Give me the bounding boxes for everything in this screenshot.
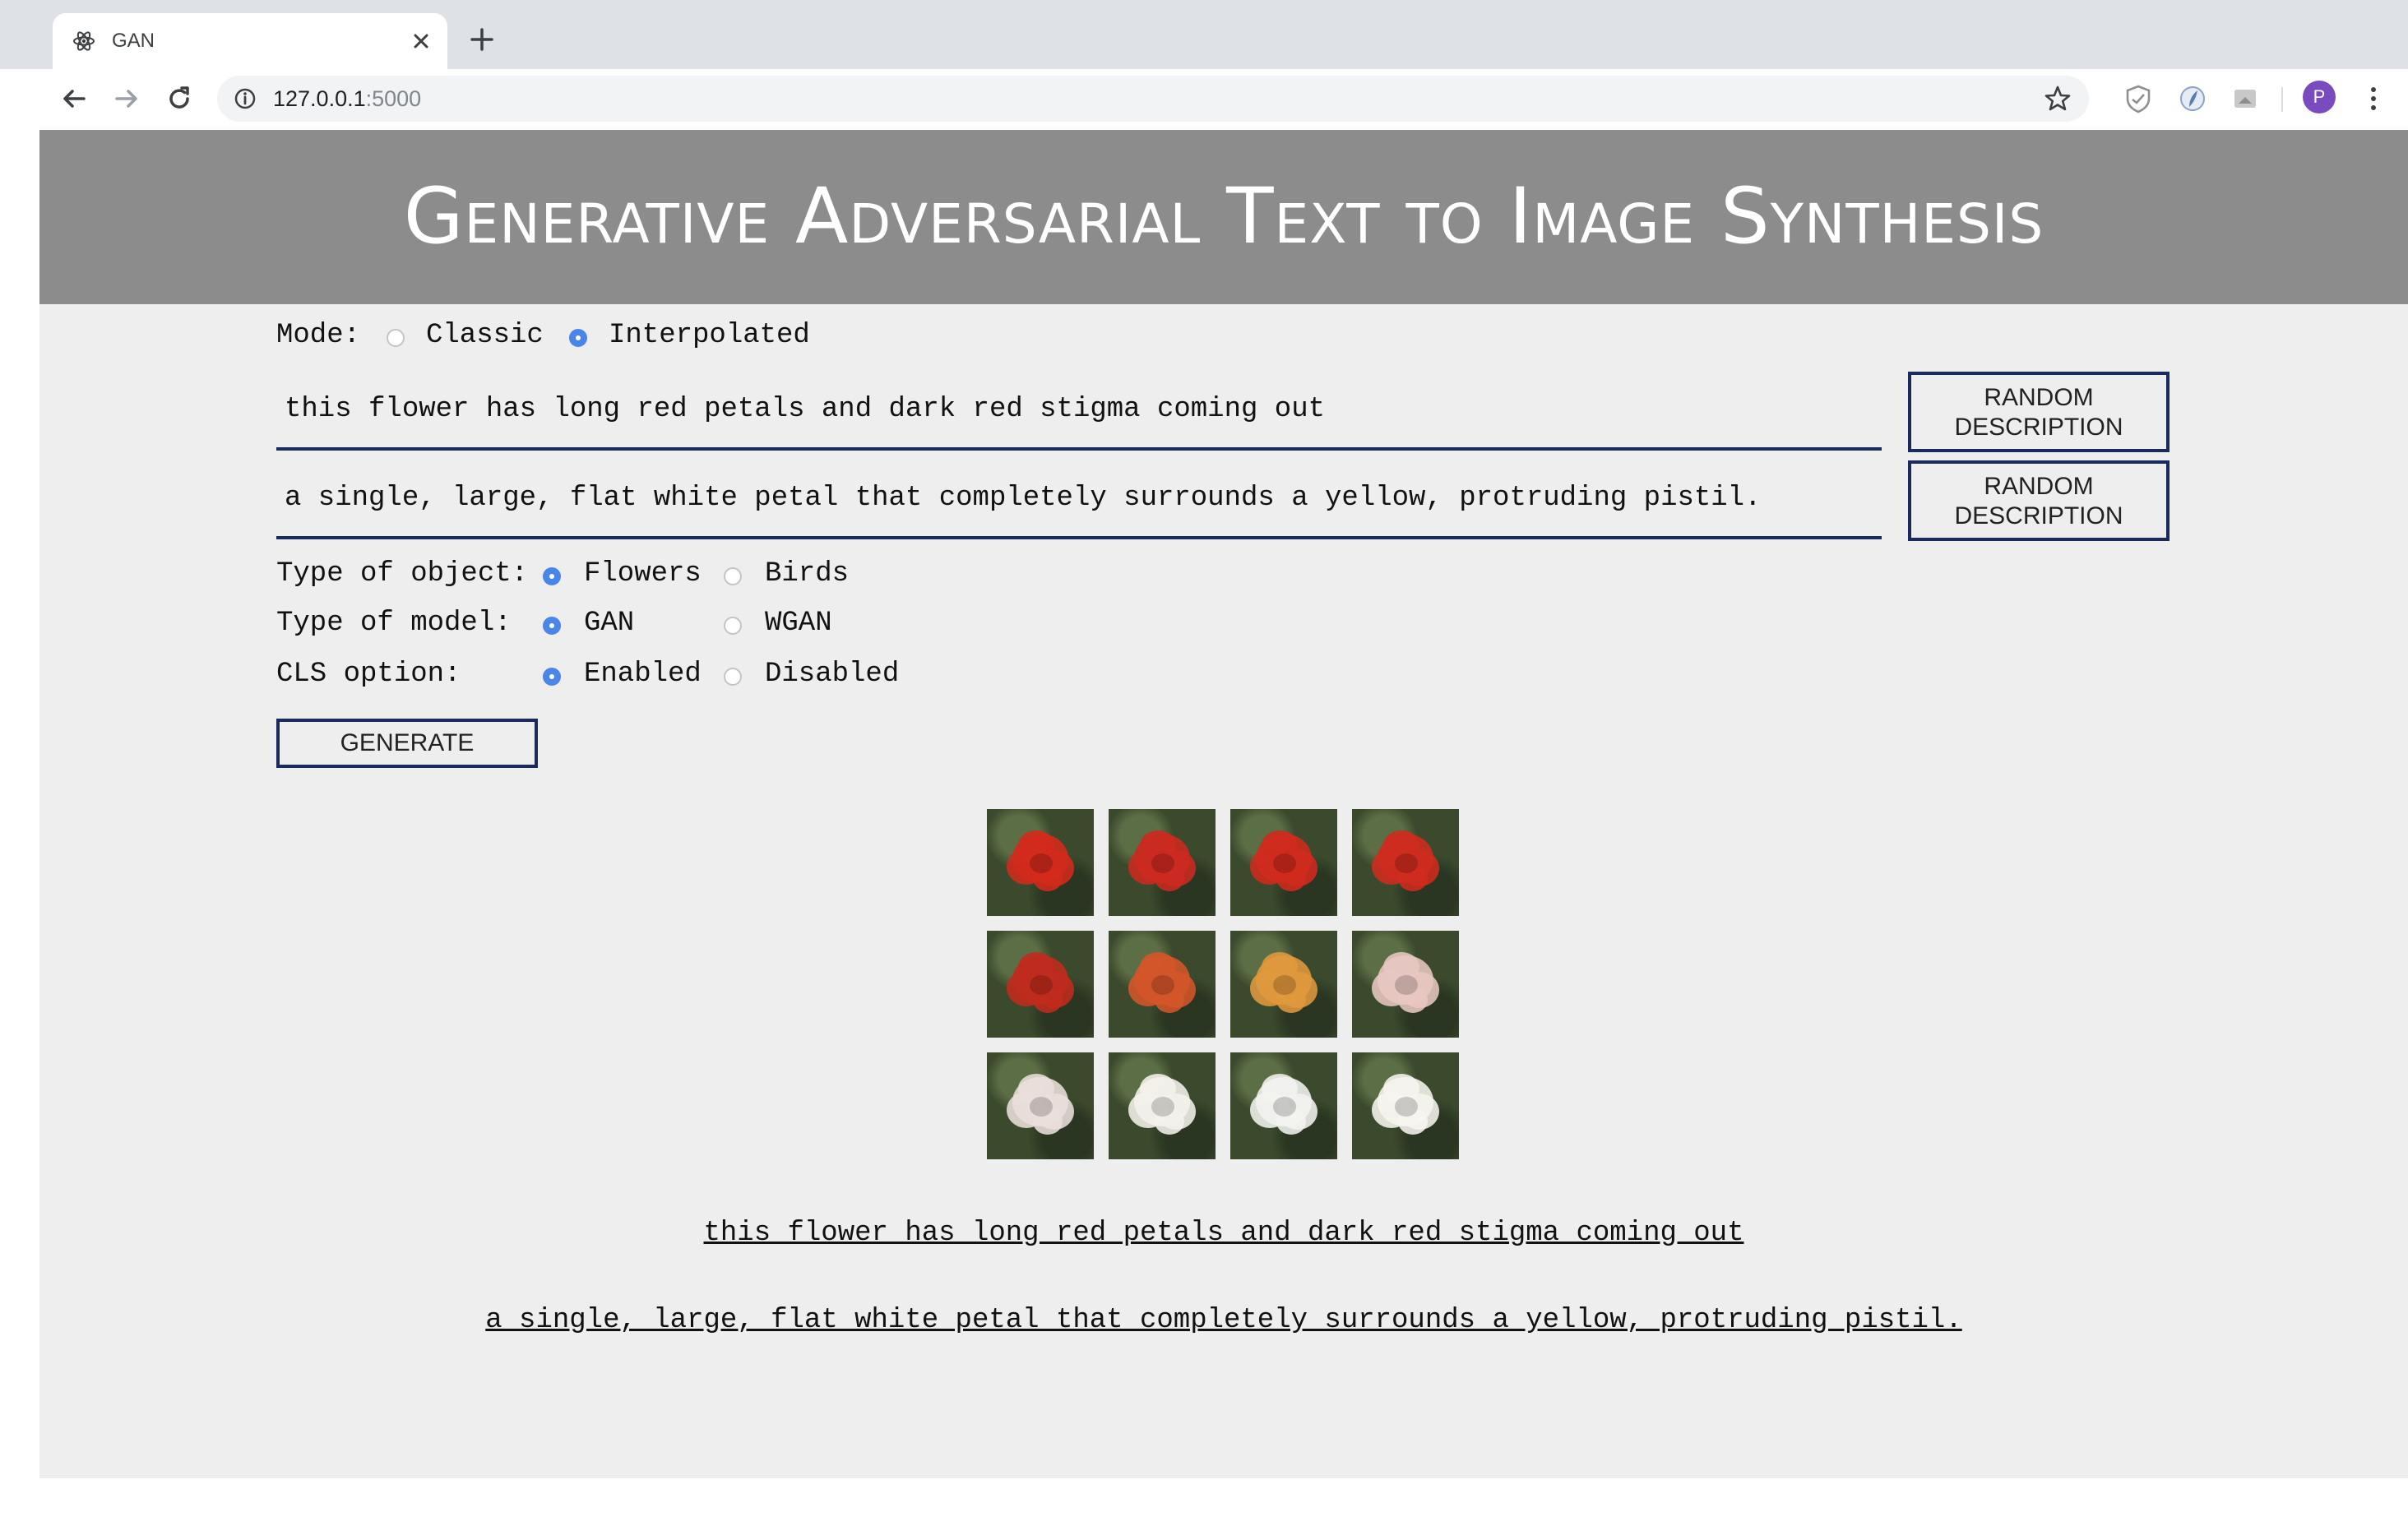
second-description-input[interactable] [276, 460, 1882, 539]
generated-image [1109, 1052, 1216, 1159]
flower-image [1007, 1074, 1074, 1135]
browser-toolbar: 127.0.0.1:5000 P [0, 69, 2408, 128]
object-type-label: Type of object: [276, 558, 529, 590]
model-gan-label[interactable]: GAN [584, 607, 634, 640]
flower-image [1250, 952, 1317, 1013]
close-tab-icon[interactable] [408, 28, 434, 54]
object-birds-radio[interactable] [724, 567, 742, 585]
cls-disabled-radio[interactable] [724, 668, 742, 686]
reload-icon[interactable] [164, 84, 194, 113]
generated-image [1109, 931, 1216, 1038]
url-text[interactable]: 127.0.0.1:5000 [273, 86, 421, 112]
generated-image [1109, 809, 1216, 916]
page-content: Generative Adversarial Text to Image Syn… [39, 130, 2408, 1478]
result-caption-first: this flower has long red petals and dark… [703, 1218, 1744, 1249]
tab-title: GAN [112, 30, 155, 52]
model-type-label: Type of model: [276, 608, 512, 639]
generated-image [987, 809, 1094, 916]
url-host: 127.0.0.1 [273, 86, 366, 111]
model-wgan-radio[interactable] [724, 617, 742, 635]
page-title: Generative Adversarial Text to Image Syn… [403, 172, 2044, 261]
flower-image [1128, 830, 1196, 891]
flower-image [1372, 830, 1439, 891]
react-favicon-icon [73, 31, 95, 51]
tab-strip: GAN [0, 0, 2408, 69]
cls-enabled-label[interactable]: Enabled [584, 658, 702, 691]
flower-image [1007, 830, 1074, 891]
compass-extension-icon[interactable] [2176, 82, 2209, 115]
browser-menu-icon[interactable] [2357, 82, 2390, 115]
shield-extension-icon[interactable] [2122, 82, 2155, 115]
model-wgan-label[interactable]: WGAN [765, 607, 832, 640]
object-birds-label[interactable]: Birds [765, 557, 849, 590]
browser-tab[interactable]: GAN [53, 13, 447, 69]
flower-image [1250, 1074, 1317, 1135]
flower-image [1007, 952, 1074, 1013]
generated-image [1352, 931, 1459, 1038]
mode-label: Mode: [276, 320, 361, 351]
mode-classic-radio[interactable] [387, 329, 405, 347]
profile-avatar[interactable]: P [2303, 81, 2336, 113]
generated-image-grid [987, 809, 1462, 1161]
generated-image [1230, 931, 1337, 1038]
generated-image [1230, 1052, 1337, 1159]
toolbar-separator [2281, 87, 2283, 112]
generated-image [1352, 1052, 1459, 1159]
url-port: :5000 [365, 86, 422, 111]
screenshot-extension-icon[interactable] [2229, 82, 2262, 115]
info-icon[interactable] [234, 87, 257, 110]
generated-image [1352, 809, 1459, 916]
flower-image [1372, 952, 1439, 1013]
cls-option-label: CLS option: [276, 659, 461, 690]
random-description-button-2[interactable]: RANDOM DESCRIPTION [1908, 460, 2170, 541]
object-flowers-label[interactable]: Flowers [584, 557, 702, 590]
flower-image [1128, 1074, 1196, 1135]
forward-icon[interactable] [112, 84, 141, 113]
generated-image [1230, 809, 1337, 916]
generated-image [987, 1052, 1094, 1159]
flower-image [1372, 1074, 1439, 1135]
new-tab-icon[interactable] [467, 25, 497, 54]
page-header: Generative Adversarial Text to Image Syn… [39, 130, 2408, 304]
generated-image [987, 931, 1094, 1038]
generate-button[interactable]: GENERATE [276, 719, 538, 768]
mode-interpolated-radio[interactable] [569, 329, 587, 347]
first-description-input[interactable] [276, 372, 1882, 451]
cls-disabled-label[interactable]: Disabled [765, 658, 899, 691]
random-description-button-1[interactable]: RANDOM DESCRIPTION [1908, 372, 2170, 452]
mode-interpolated-label[interactable]: Interpolated [609, 319, 810, 352]
cls-enabled-radio[interactable] [543, 668, 561, 686]
model-gan-radio[interactable] [543, 617, 561, 635]
flower-image [1128, 952, 1196, 1013]
flower-image [1250, 830, 1317, 891]
mode-classic-label[interactable]: Classic [426, 319, 544, 352]
address-bar[interactable]: 127.0.0.1:5000 [217, 76, 2089, 122]
result-caption-second: a single, large, flat white petal that c… [485, 1305, 1962, 1336]
back-icon[interactable] [59, 84, 89, 113]
object-flowers-radio[interactable] [543, 567, 561, 585]
bookmark-star-icon[interactable] [2043, 84, 2072, 113]
